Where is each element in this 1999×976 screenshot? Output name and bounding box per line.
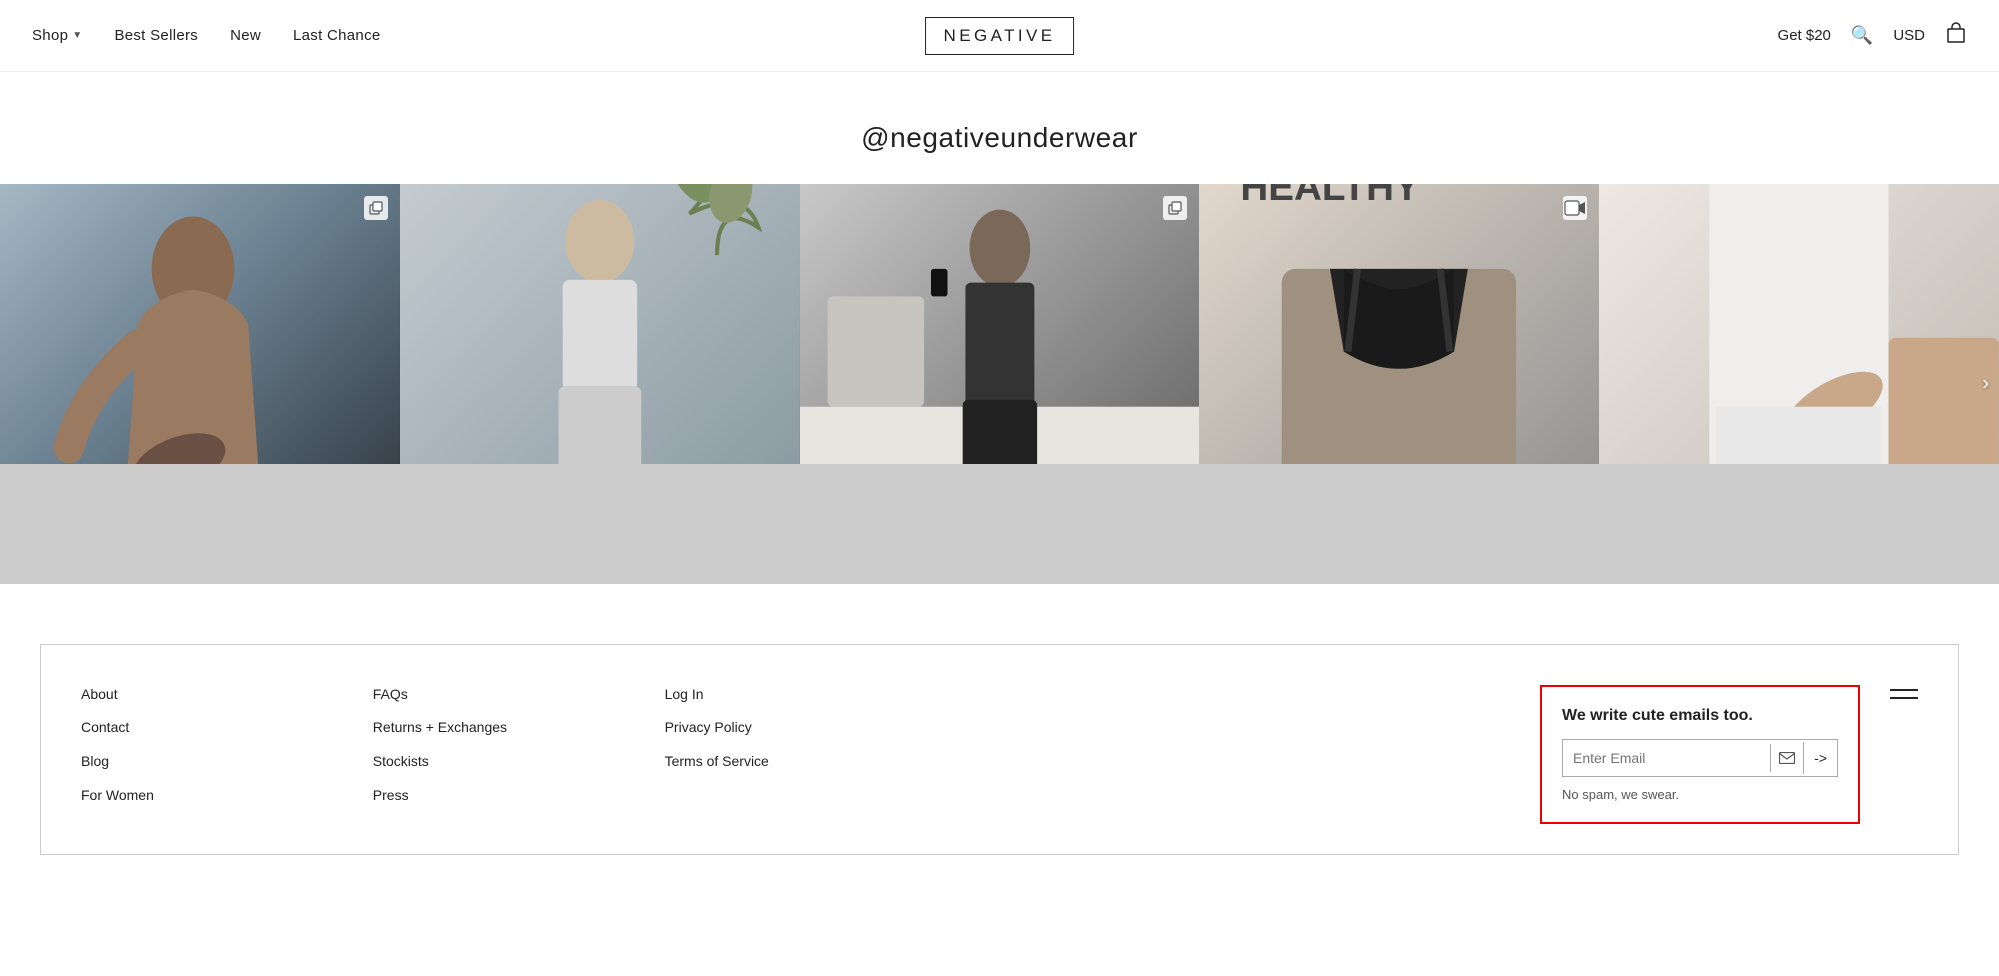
footer-link-returns[interactable]: Returns + Exchanges — [373, 718, 665, 738]
footer-link-terms[interactable]: Terms of Service — [665, 752, 957, 772]
video-badge-4 — [1563, 196, 1587, 220]
multi-photo-badge-1 — [364, 196, 388, 220]
footer-col-2: FAQs Returns + Exchanges Stockists Press — [373, 685, 665, 824]
email-input-row: -> — [1562, 739, 1838, 777]
grid-next-arrow[interactable]: › — [1982, 372, 1989, 395]
email-signup-title: We write cute emails too. — [1562, 707, 1753, 725]
instagram-photo-2[interactable] — [400, 184, 800, 584]
site-logo[interactable]: NEGATIVE — [925, 17, 1075, 55]
nav-right: Get $20 🔍 USD — [1778, 22, 1967, 49]
footer-link-contact[interactable]: Contact — [81, 718, 373, 738]
instagram-section: @negativeunderwear — [0, 72, 1999, 184]
footer-link-faqs[interactable]: FAQs — [373, 685, 665, 705]
email-submit-button[interactable]: -> — [1803, 742, 1837, 774]
instagram-image-grid: HEALTHY — [0, 184, 1999, 584]
footer-link-login[interactable]: Log In — [665, 685, 957, 705]
footer-link-stockists[interactable]: Stockists — [373, 752, 665, 772]
svg-text:HEALTHY: HEALTHY — [1241, 184, 1421, 209]
cart-icon[interactable] — [1945, 22, 1967, 49]
image-grid-inner: HEALTHY — [0, 184, 1999, 584]
nav-best-sellers[interactable]: Best Sellers — [114, 27, 198, 44]
footer-link-about[interactable]: About — [81, 685, 373, 705]
no-spam-text: No spam, we swear. — [1562, 787, 1679, 802]
nav-new[interactable]: New — [230, 27, 261, 44]
instagram-photo-1[interactable] — [0, 184, 400, 584]
footer-email-signup: We write cute emails too. -> No spam, we… — [1540, 685, 1860, 824]
footer: About Contact Blog For Women FAQs Return… — [40, 644, 1959, 855]
instagram-photo-3[interactable] — [800, 184, 1200, 584]
email-icon-button[interactable] — [1770, 744, 1803, 772]
multi-photo-badge-3 — [1163, 196, 1187, 220]
nav-last-chance[interactable]: Last Chance — [293, 27, 381, 44]
footer-link-press[interactable]: Press — [373, 786, 665, 806]
footer-hamburger-menu[interactable] — [1890, 685, 1918, 824]
instagram-photo-5[interactable] — [1599, 184, 1999, 584]
footer-link-for-women[interactable]: For Women — [81, 786, 373, 806]
email-input[interactable] — [1563, 740, 1770, 776]
instagram-handle[interactable]: @negativeunderwear — [0, 122, 1999, 154]
instagram-photo-4[interactable]: HEALTHY — [1199, 184, 1599, 584]
hamburger-line-2 — [1890, 697, 1918, 699]
footer-link-privacy[interactable]: Privacy Policy — [665, 718, 957, 738]
email-input-actions: -> — [1770, 740, 1837, 776]
nav-shop[interactable]: Shop ▼ — [32, 27, 82, 44]
hamburger-line-1 — [1890, 689, 1918, 691]
nav-get-credit[interactable]: Get $20 — [1778, 27, 1831, 44]
footer-inner: About Contact Blog For Women FAQs Return… — [81, 685, 1918, 824]
nav-left: Shop ▼ Best Sellers New Last Chance — [32, 27, 381, 44]
footer-link-blog[interactable]: Blog — [81, 752, 373, 772]
footer-col-3: Log In Privacy Policy Terms of Service — [665, 685, 957, 824]
chevron-down-icon: ▼ — [72, 30, 82, 41]
header: Shop ▼ Best Sellers New Last Chance NEGA… — [0, 0, 1999, 72]
nav-currency[interactable]: USD — [1893, 27, 1925, 44]
search-icon[interactable]: 🔍 — [1851, 25, 1873, 46]
nav-shop-label: Shop — [32, 27, 68, 44]
footer-col-1: About Contact Blog For Women — [81, 685, 373, 824]
